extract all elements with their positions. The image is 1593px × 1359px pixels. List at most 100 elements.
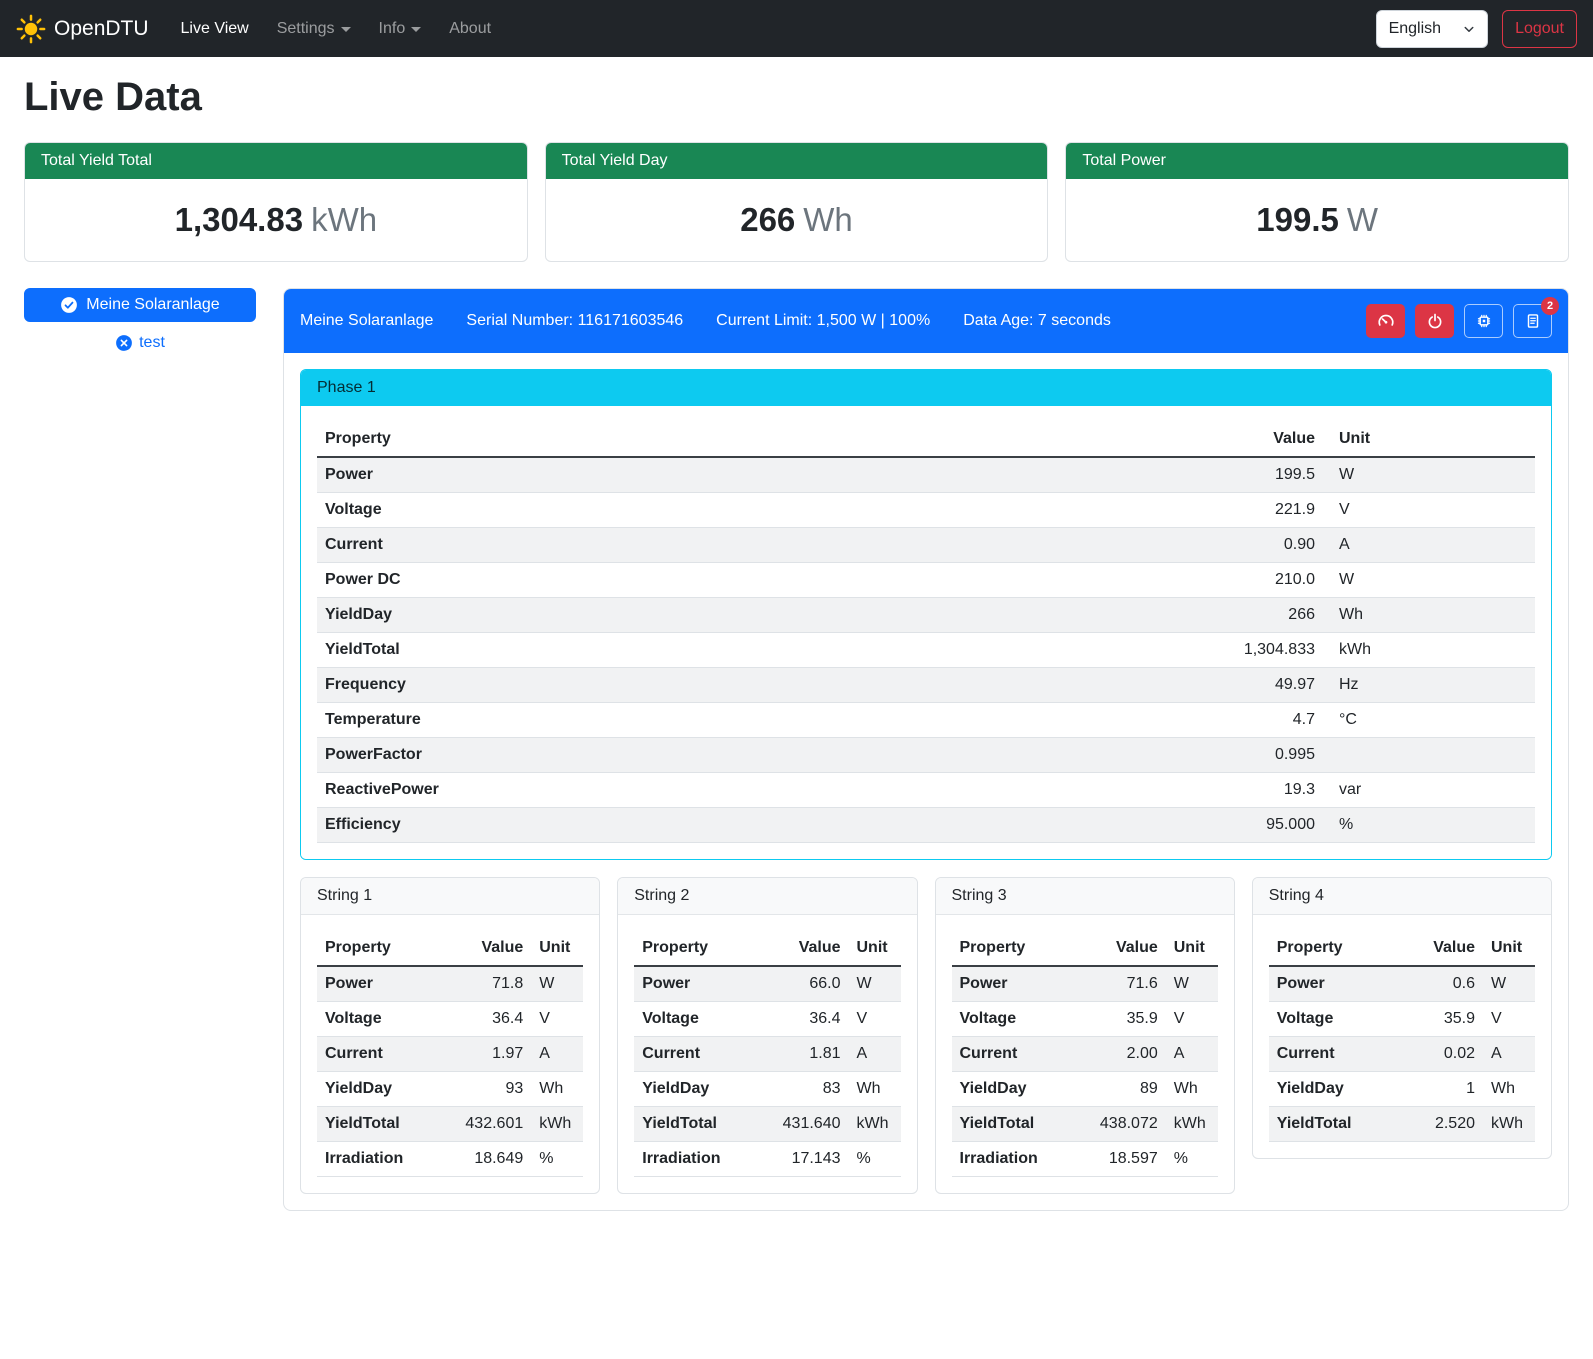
- row-property: Current: [317, 1037, 457, 1072]
- sidebar-item-inverter[interactable]: Meine Solaranlage: [24, 288, 256, 322]
- table-header-row: Property Value Unit: [317, 931, 583, 966]
- brand[interactable]: OpenDTU: [16, 14, 149, 44]
- row-value: 210.0: [1193, 563, 1323, 598]
- power-button[interactable]: [1415, 304, 1454, 338]
- table-row: YieldDay 93 Wh: [317, 1072, 583, 1107]
- row-property: Power: [952, 966, 1092, 1002]
- row-unit: kWh: [531, 1107, 583, 1142]
- navbar: OpenDTU Live View Settings Info About En…: [0, 0, 1593, 57]
- row-unit: kWh: [1166, 1107, 1218, 1142]
- row-property: YieldTotal: [317, 633, 1193, 668]
- row-unit: W: [1323, 457, 1535, 493]
- column-header-unit: Unit: [1323, 422, 1535, 457]
- language-select[interactable]: English: [1376, 10, 1488, 48]
- row-unit: °C: [1323, 703, 1535, 738]
- table-row: Irradiation 17.143 %: [634, 1142, 900, 1177]
- table-row: Power 0.6 W: [1269, 966, 1535, 1002]
- row-property: Power: [317, 457, 1193, 493]
- row-value: 36.4: [457, 1002, 531, 1037]
- row-property: YieldTotal: [952, 1107, 1092, 1142]
- phase-card-title: Phase 1: [301, 370, 1551, 406]
- row-unit: kWh: [849, 1107, 901, 1142]
- row-unit: kWh: [1323, 633, 1535, 668]
- row-unit: V: [531, 1002, 583, 1037]
- nav-info[interactable]: Info: [365, 12, 436, 46]
- inverter-panel: Meine Solaranlage Serial Number: 1161716…: [283, 288, 1569, 1211]
- summary-cards: Total Yield Total 1,304.83kWh Total Yiel…: [24, 142, 1569, 262]
- row-value: 4.7: [1193, 703, 1323, 738]
- events-count-badge: 2: [1541, 297, 1559, 315]
- row-value: 221.9: [1193, 493, 1323, 528]
- row-value: 17.143: [775, 1142, 849, 1177]
- column-header-property: Property: [317, 931, 457, 966]
- row-value: 18.649: [457, 1142, 531, 1177]
- nav-settings[interactable]: Settings: [263, 12, 365, 46]
- table-row: YieldTotal 432.601 kWh: [317, 1107, 583, 1142]
- summary-value: 266: [740, 201, 795, 238]
- summary-card-title: Total Yield Day: [546, 143, 1048, 179]
- row-unit: %: [849, 1142, 901, 1177]
- device-info-button[interactable]: [1464, 304, 1503, 338]
- row-unit: A: [531, 1037, 583, 1072]
- column-header-property: Property: [952, 931, 1092, 966]
- row-property: Voltage: [634, 1002, 774, 1037]
- row-property: Voltage: [952, 1002, 1092, 1037]
- row-value: 438.072: [1092, 1107, 1166, 1142]
- row-property: Voltage: [1269, 1002, 1411, 1037]
- row-unit: kWh: [1483, 1107, 1535, 1142]
- row-value: 71.8: [457, 966, 531, 1002]
- column-header-unit: Unit: [1166, 931, 1218, 966]
- nav-live-view[interactable]: Live View: [167, 12, 263, 46]
- table-row: Current 0.90 A: [317, 528, 1535, 563]
- row-value: 431.640: [775, 1107, 849, 1142]
- string-card-1: String 1 Property Value Unit: [300, 877, 600, 1194]
- table-row: PowerFactor 0.995: [317, 738, 1535, 773]
- table-row: Voltage 36.4 V: [634, 1002, 900, 1037]
- row-unit: V: [849, 1002, 901, 1037]
- row-property: PowerFactor: [317, 738, 1193, 773]
- row-unit: [1323, 738, 1535, 773]
- nav-settings-label: Settings: [277, 20, 335, 38]
- table-row: Power 71.8 W: [317, 966, 583, 1002]
- event-log-button[interactable]: 2: [1513, 304, 1552, 338]
- inverter-data-age: Data Age: 7 seconds: [963, 312, 1111, 330]
- table-row: Irradiation 18.597 %: [952, 1142, 1218, 1177]
- logout-button[interactable]: Logout: [1502, 10, 1577, 48]
- table-row: Current 1.81 A: [634, 1037, 900, 1072]
- row-unit: Wh: [531, 1072, 583, 1107]
- table-row: Temperature 4.7 °C: [317, 703, 1535, 738]
- sidebar-item-test[interactable]: test: [24, 334, 256, 352]
- row-unit: %: [1323, 808, 1535, 843]
- row-property: Irradiation: [952, 1142, 1092, 1177]
- table-row: Efficiency 95.000 %: [317, 808, 1535, 843]
- summary-card-body: 1,304.83kWh: [25, 179, 527, 261]
- table-row: Voltage 35.9 V: [952, 1002, 1218, 1037]
- nav-about[interactable]: About: [435, 12, 505, 46]
- summary-card-title: Total Yield Total: [25, 143, 527, 179]
- string-table: Property Value Unit Power: [952, 931, 1218, 1177]
- table-row: YieldDay 83 Wh: [634, 1072, 900, 1107]
- nav-info-label: Info: [379, 20, 406, 38]
- table-row: Current 0.02 A: [1269, 1037, 1535, 1072]
- string-card-title: String 1: [301, 878, 599, 915]
- row-value: 2.00: [1092, 1037, 1166, 1072]
- row-unit: A: [849, 1037, 901, 1072]
- table-row: Current 2.00 A: [952, 1037, 1218, 1072]
- row-unit: Wh: [1166, 1072, 1218, 1107]
- column-header-value: Value: [457, 931, 531, 966]
- string-card-4: String 4 Property Value Unit: [1252, 877, 1552, 1159]
- limit-settings-button[interactable]: [1366, 304, 1405, 338]
- nav-links: Live View Settings Info About: [167, 12, 506, 46]
- summary-card: Total Yield Day 266Wh: [545, 142, 1049, 262]
- row-value: 36.4: [775, 1002, 849, 1037]
- row-value: 0.995: [1193, 738, 1323, 773]
- column-header-unit: Unit: [531, 931, 583, 966]
- row-value: 66.0: [775, 966, 849, 1002]
- brand-label: OpenDTU: [54, 17, 149, 41]
- row-unit: V: [1323, 493, 1535, 528]
- row-property: Power: [317, 966, 457, 1002]
- row-property: Voltage: [317, 493, 1193, 528]
- row-property: YieldDay: [634, 1072, 774, 1107]
- row-property: YieldDay: [317, 1072, 457, 1107]
- row-property: YieldTotal: [1269, 1107, 1411, 1142]
